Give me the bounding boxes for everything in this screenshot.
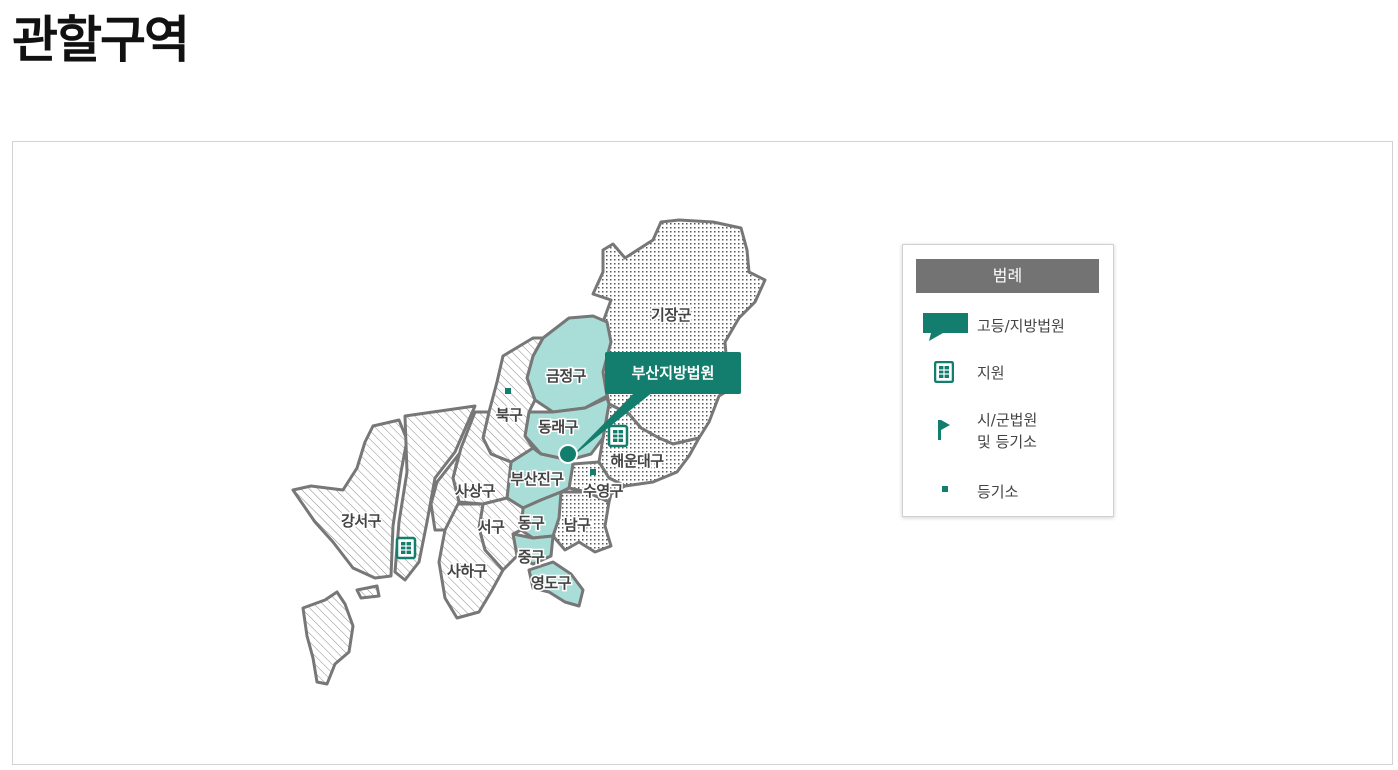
label-geumjeong: 금정구 — [546, 367, 587, 385]
busan-district-map: 부산지방법원 기장군 금정구 북구 동래구 해운대구 사상구 부산진구 수영구 … — [291, 218, 767, 686]
building-icon[interactable] — [607, 424, 629, 448]
legend-item-branch-court: 지원 — [903, 359, 1115, 389]
legend-item-municipal-court: 시/군법원 및 등기소 — [903, 407, 1115, 453]
label-haeundae: 해운대구 — [610, 452, 664, 470]
label-gangseo: 강서구 — [341, 512, 382, 530]
legend-label-branch-court: 지원 — [977, 364, 1005, 382]
legend-title: 범례 — [916, 259, 1099, 293]
label-saha: 사하구 — [447, 562, 488, 580]
label-dong: 동구 — [518, 514, 545, 532]
legend-label-municipal-court-line1: 시/군법원 — [977, 411, 1038, 429]
label-nam: 남구 — [564, 516, 591, 534]
label-jung: 중구 — [518, 548, 545, 566]
registry-dot-icon[interactable] — [590, 469, 596, 475]
label-yeongdo: 영도구 — [531, 574, 572, 592]
district-gangseo-island[interactable] — [301, 590, 355, 686]
label-seo: 서구 — [478, 518, 505, 536]
legend-item-registry: 등기소 — [903, 479, 1115, 507]
building-icon — [934, 361, 954, 383]
label-suyeong: 수영구 — [583, 482, 624, 500]
district-gangseo-west[interactable] — [291, 418, 409, 580]
label-gijang: 기장군 — [651, 306, 692, 324]
legend-item-high-district-court: 고등/지방법원 — [903, 311, 1115, 345]
jurisdiction-map-frame: 부산지방법원 기장군 금정구 북구 동래구 해운대구 사상구 부산진구 수영구 … — [12, 141, 1393, 765]
legend-label-high-district-court: 고등/지방법원 — [977, 317, 1065, 335]
label-buk: 북구 — [496, 406, 523, 424]
speech-flag-icon — [923, 313, 968, 341]
square-dot-icon — [942, 486, 948, 492]
court-label: 부산지방법원 — [632, 364, 715, 382]
building-icon[interactable] — [395, 536, 417, 560]
registry-dot-icon[interactable] — [505, 388, 511, 394]
small-island-1 — [355, 584, 381, 600]
label-dongnae: 동래구 — [538, 418, 579, 436]
legend-label-registry: 등기소 — [977, 483, 1019, 501]
map-legend: 범례 고등/지방법원 지원 시/군법원 및 등기소 등기소 — [902, 244, 1114, 517]
label-busanjin: 부산진구 — [510, 470, 564, 488]
flag-icon — [938, 420, 950, 440]
page-title: 관할구역 — [12, 11, 190, 69]
court-pin-icon[interactable] — [558, 444, 578, 464]
district-geumjeong[interactable] — [525, 314, 613, 414]
label-sasang: 사상구 — [455, 482, 496, 500]
legend-label-municipal-court-line2: 및 등기소 — [977, 433, 1037, 451]
